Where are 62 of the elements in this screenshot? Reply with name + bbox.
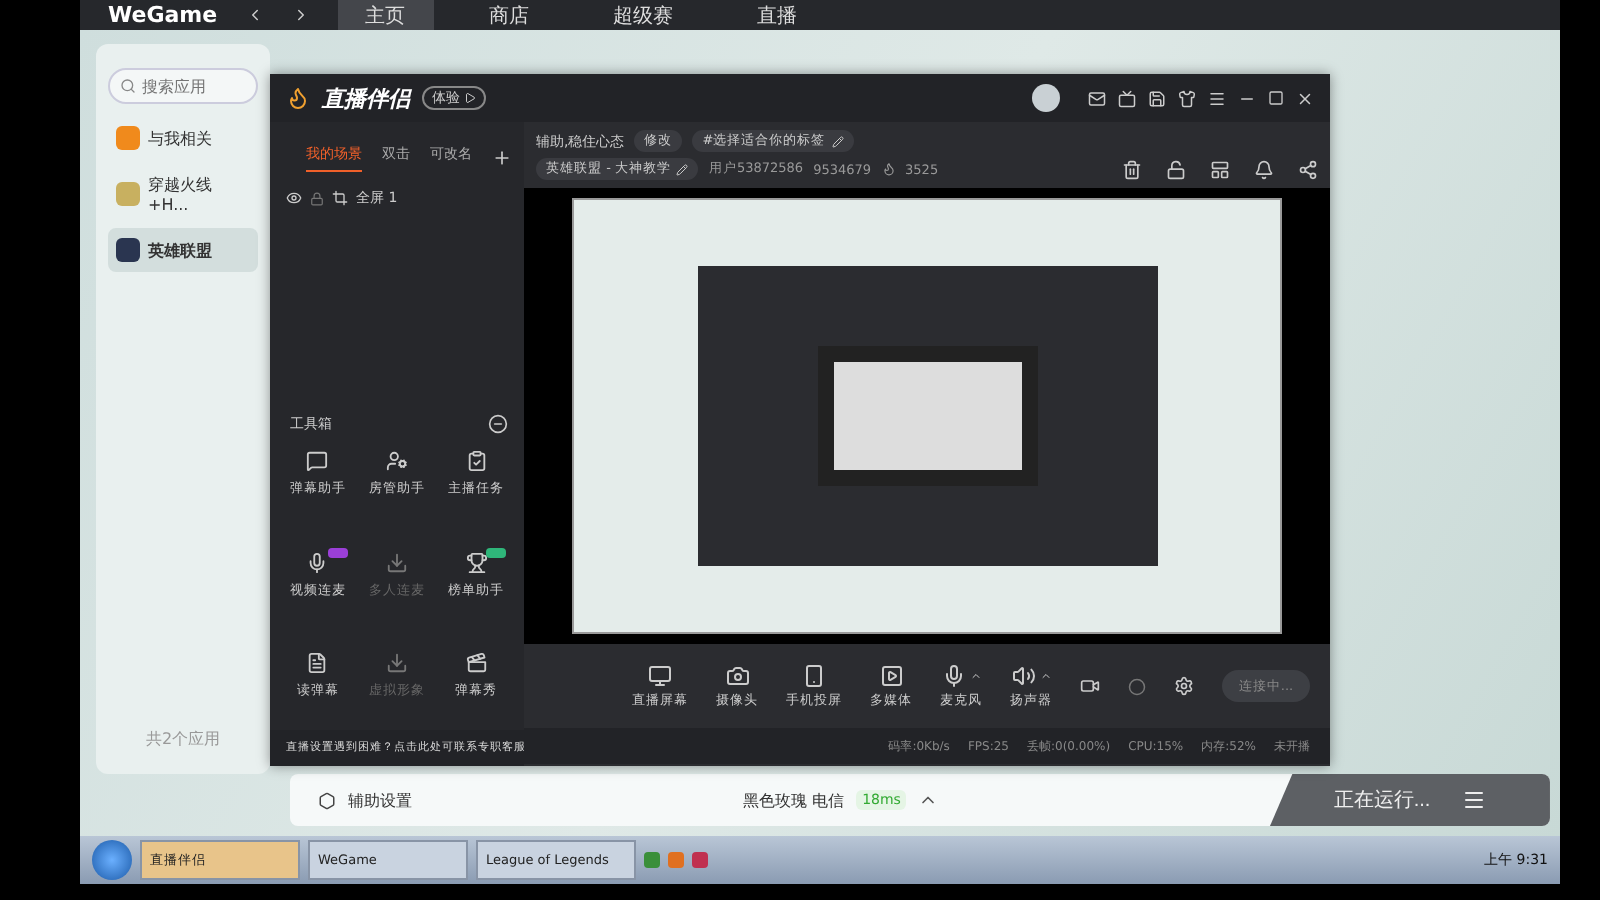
play-icon [879,663,903,687]
mail-icon [1088,89,1106,107]
microphone-icon [306,551,329,574]
search-icon [120,78,136,94]
eye-icon[interactable] [286,190,302,206]
app-icon [116,126,140,150]
clipboard-icon [465,450,488,472]
circle-icon [1128,677,1146,695]
record-icon [1080,676,1100,696]
download-icon [385,551,408,574]
microphone-icon [941,663,965,687]
add-icon [492,148,512,168]
sidebar-item[interactable]: 与我相关 [108,116,258,160]
crop-icon [332,190,348,206]
search-field[interactable]: 搜索应用 [108,68,258,104]
app-icon [116,238,140,262]
pencil-icon [676,163,689,175]
nav-tab[interactable]: 超级赛 [585,0,702,30]
app-icon [116,182,140,206]
speaker-icon [1011,663,1035,687]
screen-icon [1118,89,1136,107]
app-logo: 直播伴侣 [322,83,410,113]
caret-icon [969,669,981,681]
camera-icon [725,663,749,687]
nav-tab[interactable]: 商店 [461,0,558,30]
wegame-logo: WeGame [108,2,218,28]
search-field[interactable]: 搜索应用 [142,77,242,95]
sidebar-item[interactable]: 穿越火线+H... [108,172,258,216]
user-icon [385,450,408,472]
server-name: 黑色玫瑰 电信 [743,789,845,811]
flame-icon [881,162,896,176]
collapse-icon [488,414,508,434]
sidebar-item[interactable]: 英雄联盟 [108,228,258,272]
start-button[interactable] [92,840,132,880]
share-icon [1298,159,1318,179]
pencil-icon [831,135,844,147]
menu-icon [1208,89,1226,107]
assist-settings[interactable]: 辅助设置 [348,789,412,811]
lock-icon [310,191,324,205]
nav-tab[interactable]: 直播 [729,0,826,30]
phone-icon [802,663,826,687]
trophy-icon [465,551,488,574]
chat-icon [306,450,329,472]
close-icon [1296,89,1314,107]
flame-icon [286,86,310,110]
bell-icon [1254,159,1274,179]
unlock-icon [1166,159,1186,179]
nav-tab[interactable]: 主页 [337,0,434,30]
menu-icon[interactable] [1462,788,1487,812]
running-button[interactable]: 正在运行... [1269,774,1550,826]
avatar[interactable] [1032,84,1060,112]
document-icon [306,652,329,675]
caret-icon [1039,669,1051,681]
monitor-icon [648,663,672,687]
maximize-icon [1268,90,1284,106]
app-count: 共2个应用 [143,728,223,750]
save-icon [1148,89,1166,107]
shirt-icon [1178,89,1196,107]
clapperboard-icon [465,652,488,675]
trash-icon [1122,159,1142,179]
layout-icon [1210,159,1230,179]
download-icon [385,652,408,675]
